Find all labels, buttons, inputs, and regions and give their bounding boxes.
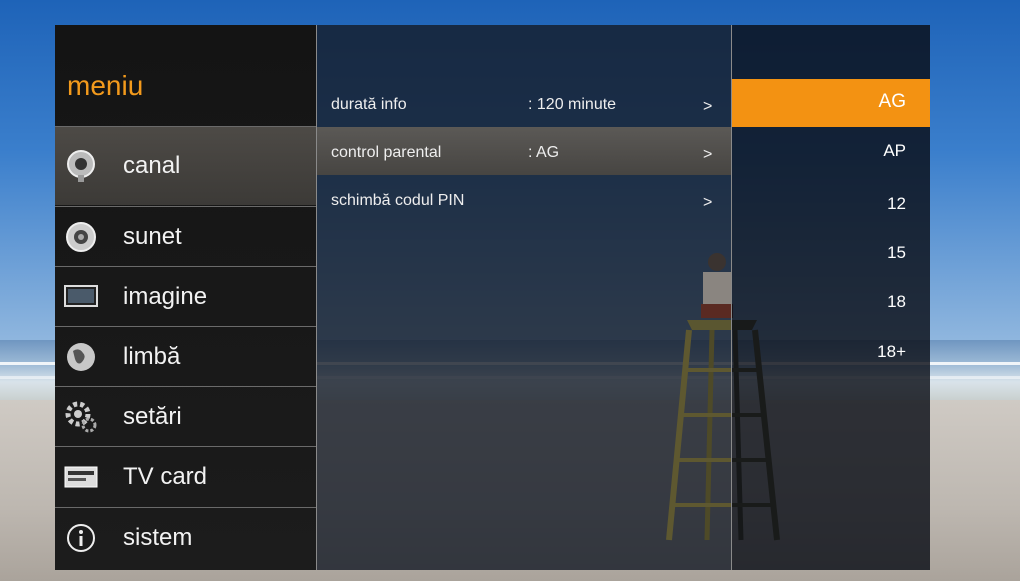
row-label: schimbă codul PIN	[331, 192, 465, 209]
submenu-row-control-parental[interactable]: control parental : AG >	[317, 127, 731, 175]
option-12[interactable]: 12	[732, 180, 930, 228]
satellite-dish-icon	[63, 148, 99, 184]
menu-item-setari[interactable]: setări	[55, 386, 316, 446]
row-label: control parental	[331, 144, 442, 161]
menu-item-label: sistem	[123, 523, 193, 551]
row-value: : 120 minute	[528, 96, 617, 113]
option-label: AP	[883, 141, 906, 160]
info-icon	[63, 520, 99, 556]
option-label: 12	[887, 194, 906, 213]
option-18[interactable]: 18	[732, 278, 930, 326]
menu-item-limba[interactable]: limbă	[55, 326, 316, 386]
submenu-row-schimba-pin[interactable]: schimbă codul PIN >	[317, 175, 731, 223]
row-label: durată info	[331, 96, 407, 113]
option-18-plus[interactable]: 18+	[732, 328, 930, 376]
menu-item-sistem[interactable]: sistem	[55, 507, 316, 567]
menu-item-canal[interactable]: canal	[55, 126, 316, 205]
chevron-right-icon: >	[703, 98, 713, 115]
menu-item-label: sunet	[123, 222, 182, 250]
menu-item-tv-card[interactable]: TV card	[55, 446, 316, 506]
options-panel: AG AP 12 15 18 18+	[732, 25, 930, 570]
main-menu: meniu canal sunet imagine limbă setări T…	[55, 25, 316, 570]
tv-card-icon	[63, 459, 99, 495]
submenu-panel: durată info : 120 minute > control paren…	[317, 25, 780, 570]
option-ap[interactable]: AP	[732, 127, 930, 175]
gears-icon	[63, 399, 99, 435]
menu-title: meniu	[67, 70, 144, 101]
globe-icon	[63, 339, 99, 375]
option-15[interactable]: 15	[732, 229, 930, 277]
monitor-icon	[63, 279, 99, 315]
menu-item-sunet[interactable]: sunet	[55, 206, 316, 266]
chevron-right-icon: >	[703, 194, 713, 211]
option-label: 18	[887, 292, 906, 311]
chevron-right-icon: >	[703, 146, 713, 163]
menu-item-label: canal	[123, 152, 181, 179]
menu-item-label: TV card	[123, 462, 208, 490]
menu-item-label: imagine	[123, 282, 208, 310]
speaker-icon	[63, 219, 99, 255]
menu-item-imagine[interactable]: imagine	[55, 266, 316, 326]
submenu-row-durata-info[interactable]: durată info : 120 minute >	[317, 79, 731, 127]
option-label: 18+	[877, 342, 906, 361]
option-label: 15	[887, 243, 906, 262]
row-value: : AG	[528, 144, 560, 161]
menu-item-label: setări	[123, 402, 182, 430]
option-ag[interactable]: AG	[732, 79, 930, 127]
option-label: AG	[878, 91, 906, 112]
menu-item-label: limbă	[123, 342, 181, 370]
